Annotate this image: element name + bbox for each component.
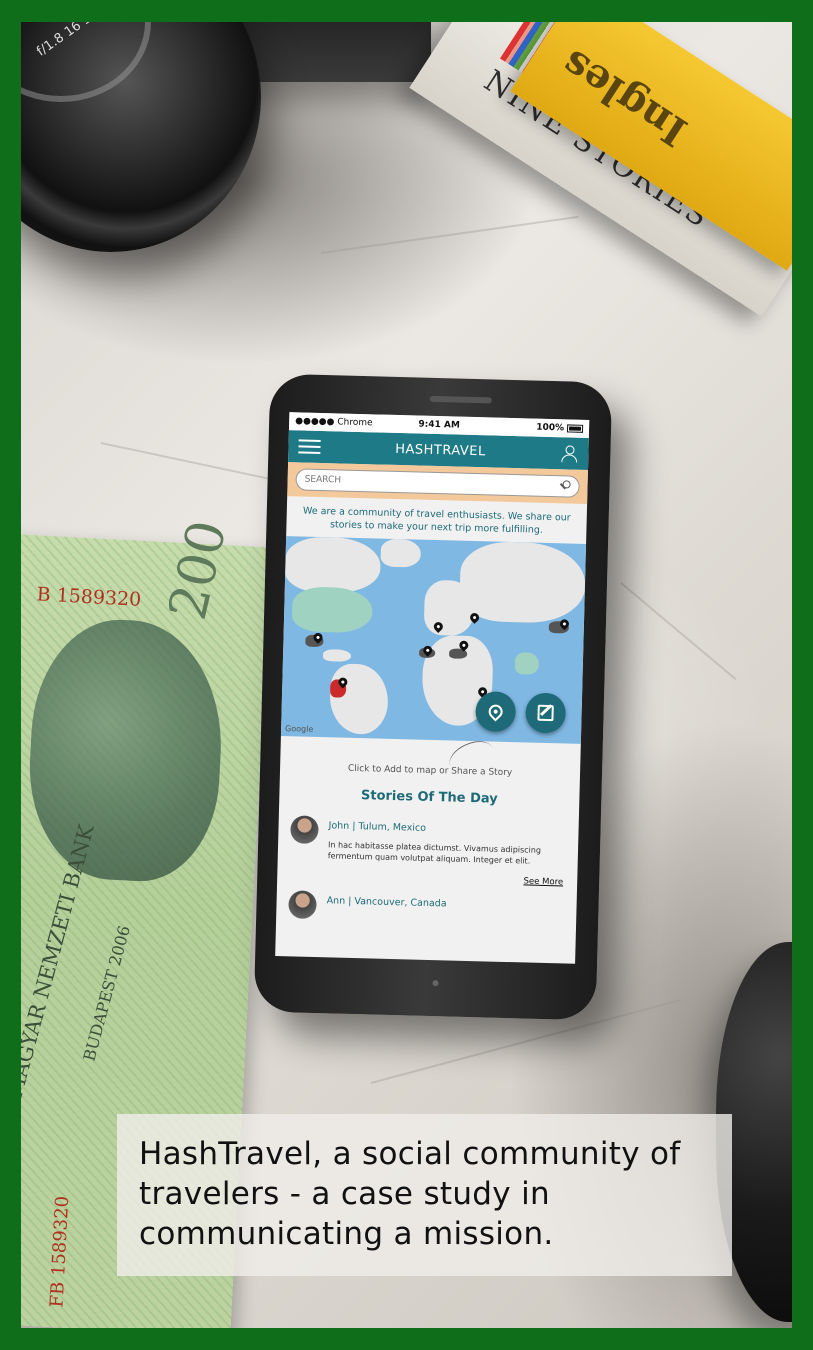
map-land-usa: [291, 586, 373, 634]
cta-hint: Click to Add to map or Share a Story: [280, 735, 581, 788]
status-time: 9:41 AM: [418, 419, 460, 431]
map-land-india: [514, 652, 540, 675]
map-attribution: Google: [285, 724, 314, 734]
search-icon[interactable]: [558, 480, 570, 492]
share-story-button[interactable]: [525, 692, 567, 734]
note-serial-2: FB 1589320: [46, 1195, 74, 1308]
app-title: HASHTRAVEL: [395, 441, 486, 459]
story-author[interactable]: Ann | Vancouver, Canada: [326, 895, 566, 912]
note-city: BUDAPEST 2006: [79, 923, 134, 1064]
map-land-central-america: [322, 649, 352, 662]
map-land-canada: [284, 536, 382, 594]
story-body: Ann | Vancouver, Canada: [326, 891, 567, 925]
story-item[interactable]: Ann | Vancouver, Canada: [276, 886, 577, 926]
battery-icon: [566, 424, 584, 433]
phone-speaker: [429, 395, 492, 404]
edit-icon: [537, 704, 554, 722]
see-more-link[interactable]: See More: [327, 871, 567, 887]
marble-vein: [620, 582, 737, 681]
phone-screen: ●●●●● Chrome 9:41 AM 100% HASHTRAVEL We …: [275, 412, 590, 964]
story-author[interactable]: John | Tulum, Mexico: [328, 820, 568, 837]
story-excerpt: In hac habitasse platea dictumst. Vivamu…: [327, 840, 542, 866]
story-item[interactable]: John | Tulum, Mexico In hac habitasse pl…: [277, 811, 579, 888]
location-pin-icon: [485, 701, 506, 722]
search-box[interactable]: [295, 468, 580, 498]
phone-mic: [432, 980, 439, 987]
cta-text: Click to Add to map or Share a Story: [347, 763, 513, 779]
user-profile-icon[interactable]: [560, 444, 578, 462]
phone: ●●●●● Chrome 9:41 AM 100% HASHTRAVEL We …: [253, 373, 613, 1021]
story-body: John | Tulum, Mexico In hac habitasse pl…: [327, 816, 569, 887]
map-land-asia: [459, 540, 587, 624]
caption-text: HashTravel, a social community of travel…: [139, 1136, 681, 1252]
hamburger-menu-icon[interactable]: [298, 439, 321, 454]
note-portrait: [24, 615, 228, 886]
note-value: 200: [157, 515, 239, 626]
world-map[interactable]: Google: [280, 536, 587, 744]
add-to-map-button[interactable]: [475, 691, 517, 733]
map-land-south-america: [329, 663, 389, 735]
camera-lens: f/1.8 16 11 8: [21, 22, 261, 252]
caption-box: HashTravel, a social community of travel…: [117, 1114, 732, 1276]
lens-ring: [21, 22, 151, 102]
map-land-greenland: [380, 538, 422, 568]
avatar[interactable]: [288, 890, 317, 920]
search-input[interactable]: [304, 474, 559, 492]
marble-vein: [320, 215, 579, 254]
note-serial: B 1589320: [36, 583, 142, 611]
avatar[interactable]: [290, 815, 319, 845]
